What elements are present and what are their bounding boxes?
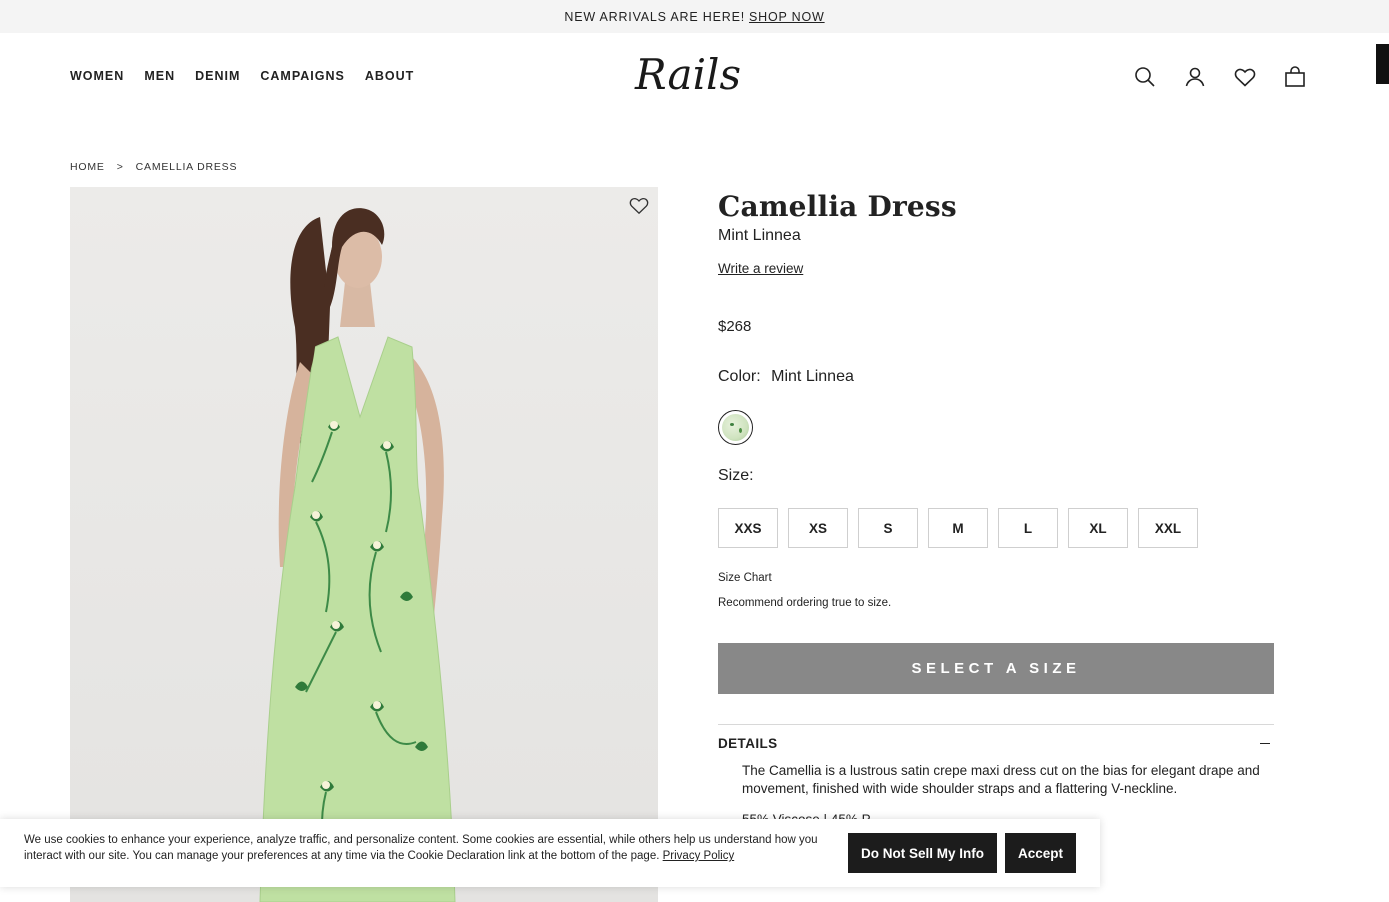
collapse-icon (1260, 742, 1270, 745)
rails-logo[interactable]: Rails (623, 45, 753, 105)
accept-cookies-button[interactable]: Accept (1005, 833, 1076, 873)
details-accordion-header[interactable]: DETAILS (718, 736, 1274, 751)
cookie-banner: We use cookies to enhance your experienc… (0, 819, 1100, 887)
size-options: XXS XS S M L XL XXL (718, 508, 1198, 548)
size-option-xs[interactable]: XS (788, 508, 848, 548)
divider (718, 724, 1274, 725)
size-option-xxl[interactable]: XXL (1138, 508, 1198, 548)
main-nav: WOMEN MEN DENIM CAMPAIGNS ABOUT (70, 69, 414, 83)
side-tab[interactable] (1376, 44, 1389, 84)
wishlist-icon[interactable] (1233, 65, 1257, 89)
product-subtitle: Mint Linnea (718, 227, 801, 244)
swatch-fill (722, 414, 749, 441)
do-not-sell-button[interactable]: Do Not Sell My Info (848, 833, 997, 873)
site-header: WOMEN MEN DENIM CAMPAIGNS ABOUT Rails (0, 33, 1389, 123)
cookie-text: We use cookies to enhance your experienc… (24, 832, 824, 864)
size-note: Recommend ordering true to size. (718, 597, 892, 609)
size-option-xxs[interactable]: XXS (718, 508, 778, 548)
color-swatch-mint-linnea[interactable] (718, 410, 753, 445)
size-chart-link[interactable]: Size Chart (718, 572, 772, 584)
account-icon[interactable] (1183, 65, 1207, 89)
nav-item-about[interactable]: ABOUT (365, 69, 414, 83)
size-label: Size: (718, 467, 754, 484)
logo-text: Rails (634, 50, 741, 99)
nav-item-denim[interactable]: DENIM (195, 69, 240, 83)
size-option-xl[interactable]: XL (1068, 508, 1128, 548)
nav-item-campaigns[interactable]: CAMPAIGNS (260, 69, 344, 83)
privacy-policy-link[interactable]: Privacy Policy (663, 850, 735, 862)
search-icon[interactable] (1133, 65, 1157, 89)
add-to-wishlist-icon[interactable] (628, 195, 650, 215)
size-option-l[interactable]: L (998, 508, 1058, 548)
promo-bar: NEW ARRIVALS ARE HERE! SHOP NOW (0, 0, 1389, 33)
product-title: Camellia Dress (718, 190, 957, 223)
color-row: Color: Mint Linnea (718, 368, 854, 386)
details-label: DETAILS (718, 736, 778, 751)
size-option-m[interactable]: M (928, 508, 988, 548)
breadcrumb: HOME > CAMELLIA DRESS (70, 161, 237, 173)
product-info: Camellia Dress Mint Linnea Write a revie… (718, 190, 1274, 827)
promo-text: NEW ARRIVALS ARE HERE! (564, 9, 745, 24)
write-review-link[interactable]: Write a review (718, 261, 803, 276)
color-value: Mint Linnea (771, 368, 854, 385)
model-illustration (259, 208, 456, 902)
bag-icon[interactable] (1283, 65, 1307, 89)
shop-now-link[interactable]: SHOP NOW (749, 10, 825, 24)
nav-item-women[interactable]: WOMEN (70, 69, 124, 83)
select-size-button[interactable]: SELECT A SIZE (718, 643, 1274, 694)
product-price: $268 (718, 318, 752, 335)
color-label: Color: (718, 368, 761, 385)
nav-item-men[interactable]: MEN (144, 69, 175, 83)
breadcrumb-home[interactable]: HOME (70, 161, 105, 173)
size-option-s[interactable]: S (858, 508, 918, 548)
details-description: The Camellia is a lustrous satin crepe m… (742, 763, 1260, 796)
breadcrumb-separator: > (116, 161, 124, 173)
header-icons (1133, 65, 1307, 89)
product-image[interactable] (70, 187, 658, 902)
breadcrumb-current: CAMELLIA DRESS (135, 161, 238, 173)
